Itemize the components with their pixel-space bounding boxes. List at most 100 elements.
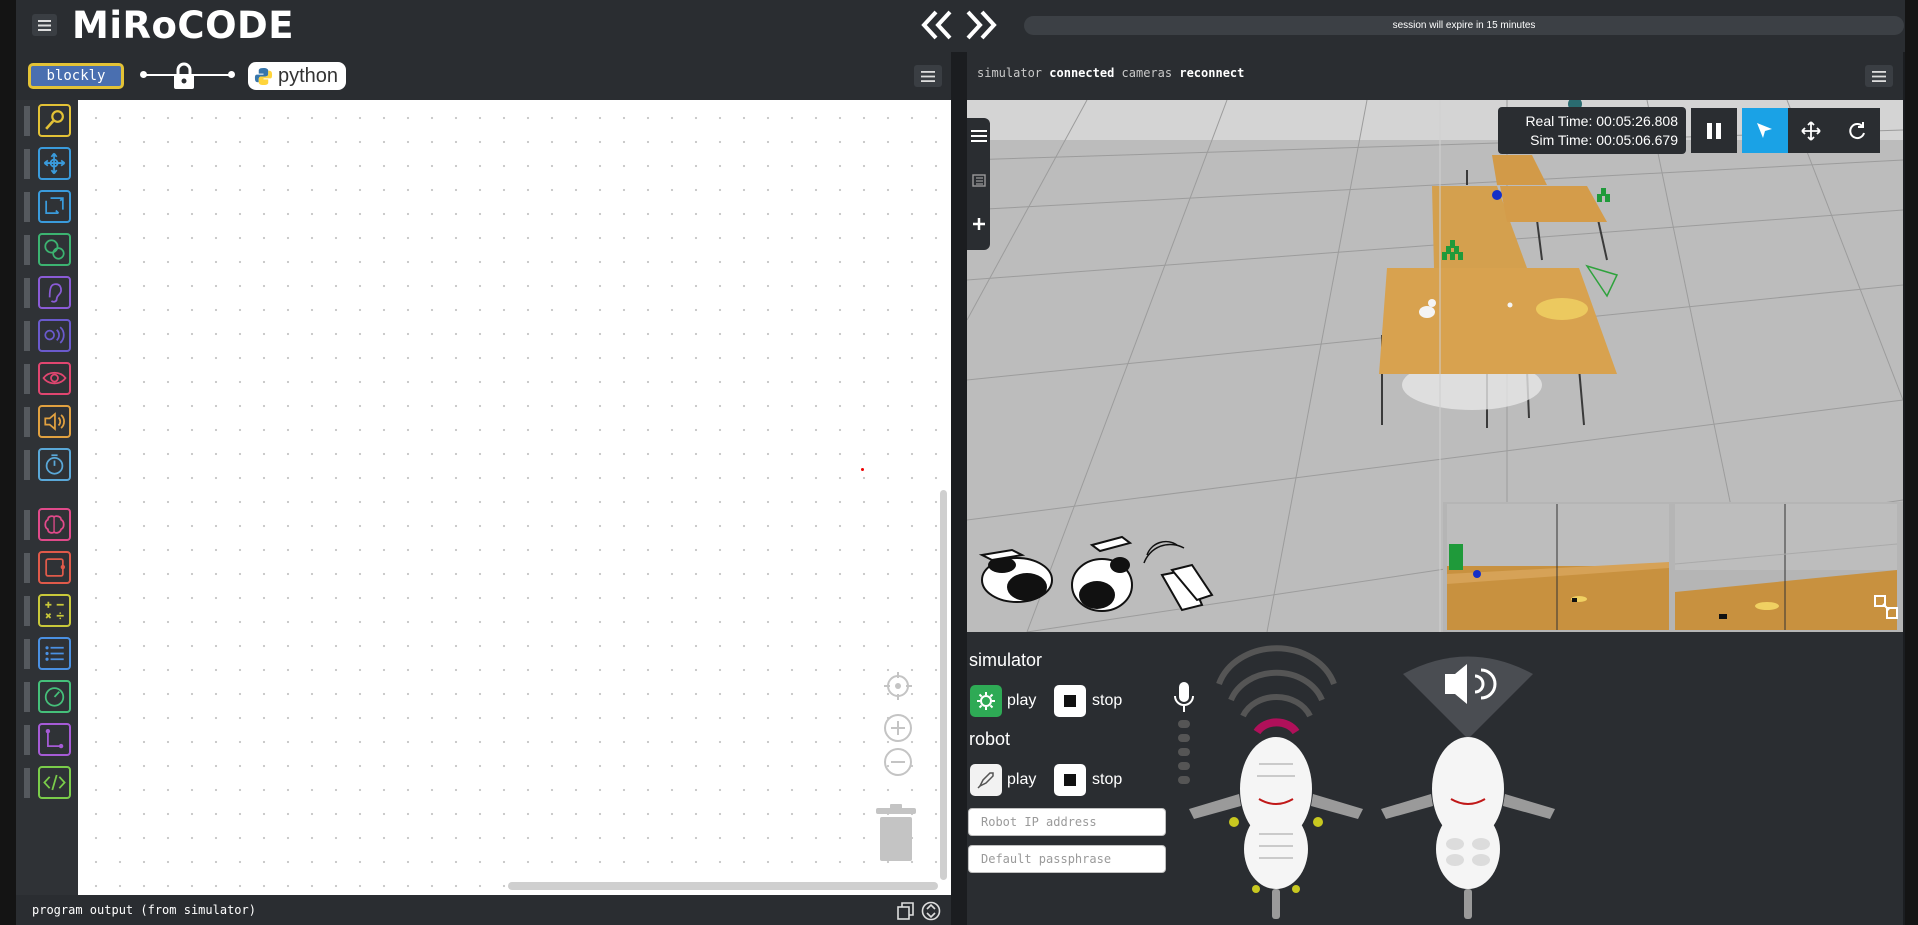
- pause-icon: [1707, 122, 1721, 139]
- workspace-vertical-scrollbar[interactable]: [940, 490, 947, 880]
- path-icon: [38, 723, 71, 756]
- mode-link-dot: [228, 71, 235, 78]
- timer-icon: [38, 448, 71, 481]
- simulator-3d-view[interactable]: Real Time: 00:05:26.808 Sim Time: 00:05:…: [967, 100, 1903, 632]
- real-time-label: Real Time:: [1525, 113, 1593, 129]
- toolbox-category-math[interactable]: [16, 592, 78, 628]
- simulator-header: simulator connected cameras reconnect: [967, 52, 1903, 100]
- translate-tool-button[interactable]: [1788, 108, 1834, 153]
- real-time-value: 00:05:26.808: [1596, 113, 1678, 129]
- camera-expand-icon[interactable]: [1873, 594, 1899, 620]
- sim-time-display: Real Time: 00:05:26.808 Sim Time: 00:05:…: [1498, 107, 1686, 154]
- collapse-right-icon[interactable]: [962, 8, 998, 42]
- rotate-icon: [1849, 121, 1865, 139]
- recenter-icon[interactable]: [882, 670, 914, 702]
- workspace-marker: [861, 468, 864, 471]
- main-menu-button[interactable]: [32, 14, 57, 36]
- robot-passphrase-input[interactable]: [968, 845, 1166, 873]
- faces-icon: [38, 233, 71, 266]
- toolbox-category-joints[interactable]: [16, 188, 78, 224]
- pat-head-icon[interactable]: [978, 548, 1053, 603]
- simulator-stop-button[interactable]: [1054, 685, 1086, 717]
- move-arrows-icon: [1801, 120, 1821, 141]
- python-logo-icon: [254, 67, 273, 86]
- expand-output-icon[interactable]: [921, 901, 941, 921]
- trash-icon[interactable]: [873, 804, 919, 862]
- session-expiry-banner: session will expire in 15 minutes: [1024, 16, 1904, 35]
- program-output-label: program output (from simulator): [32, 903, 256, 917]
- cameras-reconnect-link[interactable]: reconnect: [1179, 66, 1244, 80]
- toolbox-category-variables[interactable]: [16, 678, 78, 714]
- layers-icon[interactable]: [971, 172, 987, 188]
- top-bar: MiRoCODE session will expire in 15 minut…: [16, 0, 1905, 52]
- python-mode-button[interactable]: python: [248, 62, 346, 90]
- hamburger-icon: [1872, 70, 1886, 82]
- left-camera-feed: [1447, 504, 1669, 630]
- toolbox-category-lists[interactable]: [16, 635, 78, 671]
- math-icon: [38, 594, 71, 627]
- robot-stop-button[interactable]: [1054, 764, 1086, 796]
- blockly-workspace[interactable]: [78, 100, 951, 895]
- mode-link-dot: [140, 71, 147, 78]
- toolbox-category-logic[interactable]: [16, 506, 78, 542]
- toolbox-category-interaction[interactable]: [16, 231, 78, 267]
- toolbox-category-signals[interactable]: [16, 317, 78, 353]
- stop-icon: [1064, 695, 1076, 707]
- blockly-toolbox: [16, 100, 78, 895]
- sim-time-label: Sim Time:: [1530, 132, 1593, 148]
- move-arrows-icon: [38, 147, 71, 180]
- simulator-play-button[interactable]: [970, 685, 1002, 717]
- hamburger-icon[interactable]: [971, 128, 987, 144]
- simulator-play-label: play: [1007, 692, 1037, 709]
- gauge-icon: [38, 680, 71, 713]
- robot-stop-label: stop: [1092, 771, 1123, 788]
- broadcast-icon: [38, 319, 71, 352]
- simulator-stop-label: stop: [1092, 692, 1123, 709]
- zoom-in-icon[interactable]: [882, 712, 914, 744]
- simulator-status: connected: [1049, 66, 1115, 80]
- brain-icon: [38, 508, 71, 541]
- simulator-section-title: simulator: [969, 650, 1043, 670]
- robot-ip-input[interactable]: [968, 808, 1166, 836]
- gesture-buttons: [978, 535, 1214, 612]
- loop-icon: [38, 551, 71, 584]
- select-tool-button[interactable]: [1742, 108, 1788, 153]
- toolbox-category-loops[interactable]: [16, 549, 78, 585]
- lock-icon[interactable]: [173, 62, 195, 90]
- simulator-menu-button[interactable]: [1865, 65, 1893, 87]
- blockly-mode-button[interactable]: blockly: [28, 63, 124, 89]
- stroke-body-icon[interactable]: [1071, 535, 1133, 612]
- collapse-left-icon[interactable]: [920, 8, 956, 42]
- toolbox-category-timing[interactable]: [16, 446, 78, 482]
- decorative-code-strip-left: [0, 0, 16, 925]
- toolbox-category-sound[interactable]: [16, 403, 78, 439]
- cameras-label: cameras: [1121, 66, 1173, 80]
- clap-icon[interactable]: [1143, 540, 1214, 612]
- toolbox-category-move[interactable]: [16, 145, 78, 181]
- zoom-out-icon[interactable]: [882, 746, 914, 778]
- add-icon[interactable]: [971, 216, 987, 232]
- robot-section-title: robot: [969, 729, 1011, 749]
- copy-output-icon[interactable]: [896, 901, 916, 921]
- program-output-bar[interactable]: program output (from simulator): [16, 895, 951, 925]
- right-camera-feed: [1675, 504, 1897, 630]
- pointer-icon: [1757, 122, 1772, 138]
- pause-simulation-button[interactable]: [1691, 108, 1737, 153]
- toolbox-category-functions[interactable]: [16, 721, 78, 757]
- editor-header: blockly python: [16, 52, 951, 100]
- workspace-horizontal-scrollbar[interactable]: [508, 882, 938, 890]
- toolbox-category-vision[interactable]: [16, 360, 78, 396]
- speaker-icon: [38, 405, 71, 438]
- sim-time-value: 00:05:06.679: [1596, 132, 1678, 148]
- editor-menu-button[interactable]: [914, 65, 942, 87]
- toolbox-category-sensing[interactable]: [16, 102, 78, 138]
- rotate-arrows-icon: [38, 190, 71, 223]
- robot-play-button[interactable]: [970, 764, 1002, 796]
- python-mode-label: python: [278, 65, 339, 87]
- rotate-tool-button[interactable]: [1834, 108, 1880, 153]
- code-icon: [38, 766, 71, 799]
- toolbox-category-code[interactable]: [16, 764, 78, 800]
- robot-control-panel: simulator play stop robot play stop: [967, 632, 1903, 925]
- toolbox-category-hearing[interactable]: [16, 274, 78, 310]
- simulator-label: simulator: [977, 66, 1043, 80]
